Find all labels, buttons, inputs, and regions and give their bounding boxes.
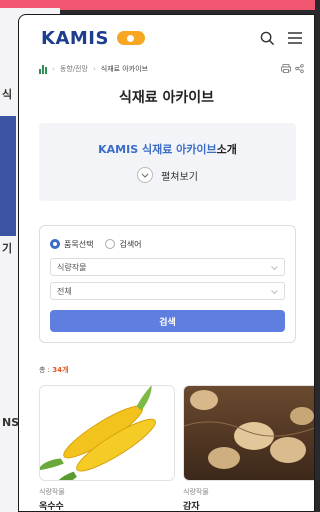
menu-icon[interactable] xyxy=(286,29,304,47)
background-banner xyxy=(0,116,16,236)
radio-selected-icon xyxy=(50,239,60,249)
radio-label: 검색어 xyxy=(119,239,142,249)
search-mode-radio-group: 품목선택 검색어 xyxy=(50,236,285,252)
select-value: 전체 xyxy=(57,286,72,296)
intro-title-suffix: 소개 xyxy=(216,143,237,156)
item-select[interactable]: 전체 xyxy=(50,282,285,300)
chevron-down-icon xyxy=(271,287,278,296)
search-panel: 품목선택 검색어 식량작물 전체 검색 xyxy=(39,225,296,343)
result-card-corn[interactable]: 식량작물 옥수수 xyxy=(39,385,175,512)
kamis-logo[interactable]: KAMIS xyxy=(41,28,145,49)
logo-text: KAMIS xyxy=(41,27,109,49)
result-count: 총 : 34개 xyxy=(39,365,314,375)
chevron-down-icon xyxy=(271,263,278,272)
logo-badge-icon xyxy=(116,31,145,45)
share-icon[interactable] xyxy=(295,63,304,75)
expand-button[interactable]: 펼쳐보기 xyxy=(137,167,198,183)
top-header: KAMIS xyxy=(19,15,314,61)
corn-image xyxy=(39,385,175,481)
result-card-list: 식량작물 옥수수 식량작물 감자 xyxy=(39,385,314,512)
expand-label: 펼쳐보기 xyxy=(161,171,198,183)
breadcrumb-separator-icon: › xyxy=(92,65,96,73)
select-value: 식량작물 xyxy=(57,262,87,272)
background-text-fragment: 기 xyxy=(2,242,13,255)
breadcrumb: › 동향/전망 › 식재료 아카이브 xyxy=(19,61,314,77)
potato-image xyxy=(183,385,314,481)
print-icon[interactable] xyxy=(281,63,291,75)
intro-panel: KAMIS 식재료 아카이브소개 펼쳐보기 xyxy=(39,123,296,201)
search-icon[interactable] xyxy=(258,29,276,47)
card-name: 옥수수 xyxy=(39,502,64,512)
app-window: KAMIS › 동향/전망 › 식재료 아카이브 식재료 아카이브 KAMIS … xyxy=(18,14,315,512)
intro-title: KAMIS 식재료 아카이브소개 xyxy=(98,141,237,157)
radio-keyword[interactable]: 검색어 xyxy=(105,239,142,250)
intro-title-highlight: KAMIS 식재료 아카이브 xyxy=(98,143,217,156)
chevron-down-icon xyxy=(137,167,154,183)
count-value: 34개 xyxy=(52,366,69,374)
card-category: 식량작물 xyxy=(183,488,209,496)
result-card-potato[interactable]: 식량작물 감자 xyxy=(183,385,314,512)
count-prefix: 총 : xyxy=(39,366,53,374)
card-category: 식량작물 xyxy=(39,488,65,496)
category-select[interactable]: 식량작물 xyxy=(50,258,285,276)
card-name: 감자 xyxy=(183,502,200,512)
background-text-fragment: 식 xyxy=(2,88,13,101)
radio-label: 품목선택 xyxy=(64,239,94,249)
radio-item-select[interactable]: 품목선택 xyxy=(50,239,93,250)
home-bars-icon[interactable] xyxy=(39,64,47,74)
breadcrumb-item-trend[interactable]: 동향/전망 xyxy=(60,64,88,74)
breadcrumb-separator-icon: › xyxy=(52,65,55,73)
radio-unselected-icon xyxy=(105,239,116,249)
page-title: 식재료 아카이브 xyxy=(118,90,215,106)
breadcrumb-item-archive[interactable]: 식재료 아카이브 xyxy=(101,64,148,74)
search-button[interactable]: 검색 xyxy=(50,310,285,332)
background-text-fragment: NS xyxy=(2,416,20,429)
